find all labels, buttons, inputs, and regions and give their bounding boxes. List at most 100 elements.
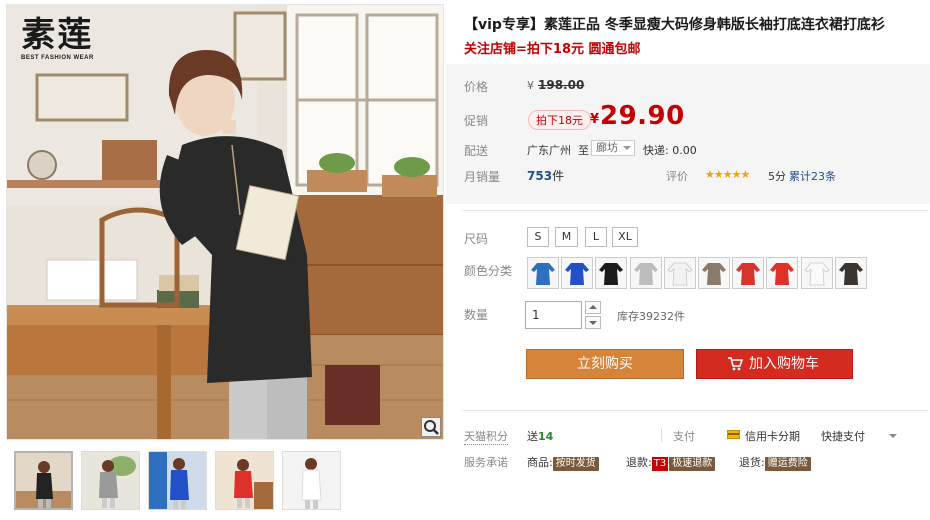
size-option-xl[interactable]: XL bbox=[612, 227, 638, 247]
swatch-image bbox=[733, 258, 764, 288]
promo-tag: 拍下18元 bbox=[528, 110, 591, 130]
monthly-sales-unit: 件 bbox=[552, 169, 565, 183]
cart-icon bbox=[728, 357, 743, 371]
color-swatch[interactable] bbox=[834, 257, 867, 289]
size-label: 尺码 bbox=[464, 232, 489, 246]
add-to-cart-button[interactable]: 加入购物车 bbox=[696, 349, 853, 379]
promotion-label: 促销 bbox=[464, 114, 489, 128]
swatch-image bbox=[562, 258, 593, 288]
divider bbox=[462, 210, 928, 211]
price-label: 价格 bbox=[464, 80, 489, 94]
product-photo-illustration bbox=[7, 5, 443, 439]
thumbnail-4[interactable] bbox=[215, 451, 274, 510]
product-title: 【vip专享】素莲正品 冬季显瘦大码修身韩版长袖打底连衣裙打底衫 bbox=[464, 17, 885, 33]
thumbnail-strip bbox=[14, 451, 349, 510]
color-swatch[interactable] bbox=[698, 257, 730, 289]
tmall-points: 送14 bbox=[527, 428, 553, 444]
promo-line: 关注店铺=拍下18元 圆通包邮 bbox=[464, 42, 641, 57]
add-to-cart-label: 加入购物车 bbox=[749, 356, 819, 372]
fast-refund-badge[interactable]: 极速退款 bbox=[669, 457, 716, 471]
goods-label: 商品: bbox=[527, 456, 553, 469]
size-option-m[interactable]: M bbox=[555, 227, 578, 247]
return-promise: 退货: 赠运费险 bbox=[739, 454, 811, 471]
chevron-up-icon bbox=[589, 305, 597, 309]
chevron-down-icon bbox=[623, 146, 631, 150]
credit-card-icon bbox=[727, 430, 740, 439]
shipping-from: 广东广州 bbox=[527, 144, 571, 157]
swatch-image bbox=[835, 258, 866, 288]
color-swatch[interactable] bbox=[732, 257, 765, 289]
refund-promise: 退款: T3 极速退款 bbox=[626, 454, 716, 471]
chevron-down-icon[interactable] bbox=[889, 434, 897, 438]
thumbnail-5[interactable] bbox=[282, 451, 341, 510]
payment-label: 支付 bbox=[673, 430, 695, 443]
magnifier-icon bbox=[424, 420, 439, 435]
destination-value: 廊坊 bbox=[596, 141, 618, 154]
return-insurance-badge[interactable]: 赠运费险 bbox=[764, 457, 811, 471]
service-promise-label: 服务承诺 bbox=[464, 456, 508, 469]
monthly-sales-label: 月销量 bbox=[464, 170, 501, 184]
rating-label: 评价 bbox=[666, 170, 688, 183]
shipping-label: 配送 bbox=[464, 144, 489, 158]
quantity-decrease-button[interactable] bbox=[585, 316, 601, 329]
color-swatch[interactable] bbox=[595, 257, 628, 289]
return-label: 退货: bbox=[739, 456, 765, 469]
reviews-link[interactable]: 累计23条 bbox=[789, 168, 836, 184]
main-product-image[interactable]: 素莲 BEST FASHION WEAR bbox=[6, 4, 444, 440]
thumbnail-image bbox=[16, 453, 71, 508]
on-time-delivery-badge[interactable]: 按时发货 bbox=[552, 457, 599, 471]
buy-now-button[interactable]: 立刻购买 bbox=[526, 349, 684, 379]
swatch-image bbox=[699, 258, 729, 288]
quantity-input[interactable]: 1 bbox=[525, 301, 582, 329]
thumbnail-image bbox=[82, 452, 139, 509]
size-option-s[interactable]: S bbox=[527, 227, 549, 247]
express-fee: 快递: 0.00 bbox=[643, 144, 697, 157]
destination-select[interactable]: 廊坊 bbox=[591, 140, 635, 156]
color-swatch[interactable] bbox=[766, 257, 799, 289]
zoom-button[interactable] bbox=[421, 417, 441, 437]
brand-tagline: BEST FASHION WEAR bbox=[21, 55, 94, 61]
color-swatch[interactable] bbox=[561, 257, 594, 289]
brand-name: 素莲 bbox=[21, 15, 94, 55]
star-rating-icon: ★★★★★ bbox=[705, 168, 750, 181]
currency-symbol: ¥ bbox=[527, 79, 534, 92]
size-option-l[interactable]: L bbox=[585, 227, 607, 247]
swatch-image bbox=[801, 258, 832, 288]
swatch-image bbox=[528, 258, 558, 288]
monthly-sales: 753件 bbox=[527, 167, 564, 184]
color-swatch[interactable] bbox=[527, 257, 559, 289]
original-price: ¥198.00 bbox=[527, 78, 584, 92]
thumbnail-image bbox=[149, 452, 206, 509]
swatch-image bbox=[596, 258, 627, 288]
tmall-points-label[interactable]: 天猫积分 bbox=[464, 428, 508, 445]
thumbnail-2[interactable] bbox=[81, 451, 140, 510]
color-swatch[interactable] bbox=[629, 257, 662, 289]
price-currency: ¥ bbox=[590, 112, 600, 127]
original-price-value: 198.00 bbox=[538, 78, 585, 92]
monthly-sales-count: 753 bbox=[527, 169, 553, 183]
credit-card-installment[interactable]: 信用卡分期 bbox=[745, 428, 800, 444]
color-swatch[interactable] bbox=[800, 257, 833, 289]
swatch-image bbox=[630, 258, 661, 288]
price-panel bbox=[446, 64, 930, 204]
color-label: 颜色分类 bbox=[464, 264, 513, 278]
divider bbox=[661, 428, 662, 442]
quantity-label: 数量 bbox=[464, 308, 489, 322]
points-value: 14 bbox=[538, 430, 554, 443]
thumbnail-3[interactable] bbox=[148, 451, 207, 510]
thumbnail-image bbox=[283, 452, 340, 509]
shipping-to-word: 至 bbox=[578, 144, 589, 157]
brand-logo: 素莲 BEST FASHION WEAR bbox=[21, 15, 94, 61]
points-prefix: 送 bbox=[527, 430, 538, 443]
refund-label: 退款: bbox=[626, 456, 652, 469]
swatch-image bbox=[664, 258, 695, 288]
chevron-down-icon bbox=[589, 321, 597, 325]
quantity-increase-button[interactable] bbox=[585, 301, 601, 314]
goods-promise: 商品: 按时发货 bbox=[527, 454, 599, 471]
promo-price: 29.90 bbox=[600, 101, 685, 131]
t3-badge: T3 bbox=[651, 457, 669, 471]
thumbnail-1[interactable] bbox=[14, 451, 73, 510]
color-swatch[interactable] bbox=[663, 257, 696, 289]
thumbnail-image bbox=[216, 452, 273, 509]
quick-pay[interactable]: 快捷支付 bbox=[821, 428, 865, 444]
